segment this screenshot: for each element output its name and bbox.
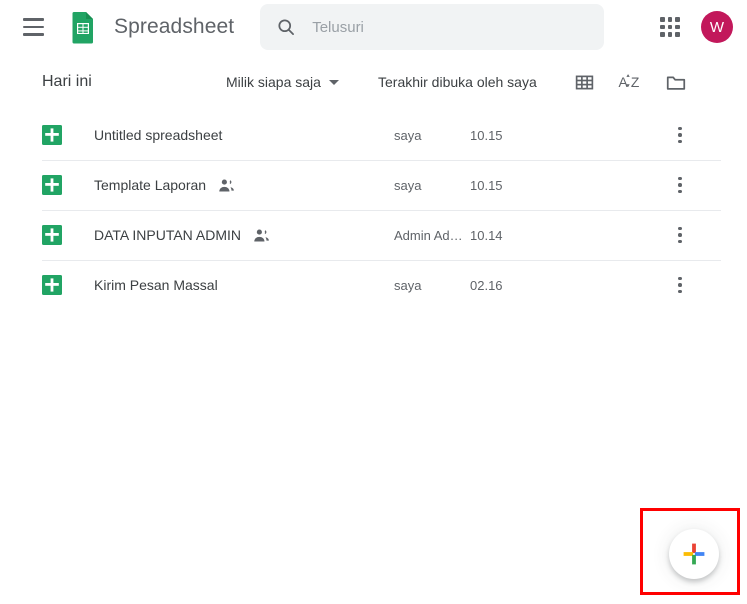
menu-dot [678, 289, 682, 294]
owner-filter-dropdown[interactable]: Milik siapa saja [226, 74, 339, 90]
table-row[interactable]: DATA INPUTAN ADMIN Admin Ad… 10.14 [0, 210, 747, 260]
hamburger-bar [22, 18, 44, 21]
file-name-cell: Kirim Pesan Massal [94, 277, 394, 293]
sort-order-label[interactable]: Terakhir dibuka oleh saya [378, 74, 537, 90]
file-name: Untitled spreadsheet [94, 127, 223, 143]
header-actions: W [651, 8, 733, 46]
menu-dot [678, 176, 682, 181]
file-time: 10.15 [470, 177, 503, 193]
svg-text:Z: Z [631, 74, 640, 90]
grid-dot [660, 32, 665, 37]
menu-dot [678, 133, 682, 137]
file-owner: Admin Ad… [394, 227, 463, 243]
search-bar[interactable] [260, 4, 605, 50]
sheets-file-icon [42, 175, 62, 195]
sheets-file-icon [42, 275, 62, 295]
sheets-file-icon [42, 225, 62, 245]
section-title: Hari ini [42, 73, 92, 90]
grid-dot [667, 32, 673, 37]
more-options-icon[interactable] [665, 220, 695, 250]
app-header: Spreadsheet W [0, 0, 747, 54]
brand[interactable]: Spreadsheet [66, 10, 234, 44]
menu-dot [678, 239, 682, 244]
file-name-cell: DATA INPUTAN ADMIN [94, 227, 394, 244]
list-toolbar: Hari ini Milik siapa saja Terakhir dibuk… [0, 54, 747, 110]
grid-dot [667, 24, 673, 30]
folder-icon[interactable] [663, 69, 689, 95]
menu-dot [678, 276, 682, 281]
menu-dot [678, 226, 682, 231]
hamburger-bar [22, 33, 44, 36]
file-owner: saya [394, 277, 422, 293]
sort-alphabetical-icon[interactable]: A Z [617, 69, 643, 95]
grid-dot [667, 17, 673, 22]
file-list: Untitled spreadsheet saya 10.15 Template… [0, 110, 747, 310]
shared-people-icon [219, 179, 234, 192]
sheets-file-icon [42, 125, 62, 145]
table-row[interactable]: Template Laporan saya 10.15 [0, 160, 747, 210]
create-new-button[interactable] [669, 529, 719, 579]
chevron-down-icon [328, 79, 339, 85]
file-name: Kirim Pesan Massal [94, 277, 218, 293]
grid-dot [675, 17, 680, 22]
search-icon [274, 15, 298, 39]
menu-dot [678, 139, 682, 144]
grid-view-icon[interactable] [571, 69, 597, 95]
file-time: 10.14 [470, 227, 503, 243]
hamburger-bar [22, 25, 44, 29]
google-sheets-logo [72, 12, 93, 44]
shared-people-icon [254, 229, 269, 242]
menu-dot [678, 189, 682, 194]
toolbar-icon-group: A Z [571, 69, 689, 95]
menu-dot [678, 233, 682, 237]
grid-dot [660, 24, 665, 30]
menu-dot [678, 183, 682, 187]
more-options-icon[interactable] [665, 120, 695, 150]
hamburger-menu-icon[interactable] [18, 12, 48, 42]
table-row[interactable]: Kirim Pesan Massal saya 02.16 [0, 260, 747, 310]
google-plus-create-icon [683, 543, 705, 565]
google-apps-grid-icon[interactable] [651, 8, 689, 46]
file-time: 10.15 [470, 127, 503, 143]
more-options-icon[interactable] [665, 270, 695, 300]
app-title: Spreadsheet [114, 15, 235, 38]
more-options-icon[interactable] [665, 170, 695, 200]
file-name: Template Laporan [94, 177, 207, 193]
grid-dot [675, 32, 680, 37]
grid-dot [675, 24, 680, 30]
file-name: DATA INPUTAN ADMIN [94, 227, 242, 243]
file-owner: saya [394, 177, 422, 193]
avatar[interactable]: W [701, 11, 733, 43]
file-time: 02.16 [470, 277, 503, 293]
grid-dot [660, 17, 665, 22]
menu-dot [678, 283, 682, 287]
file-owner: saya [394, 127, 422, 143]
file-name-cell: Untitled spreadsheet [94, 127, 394, 143]
file-name-cell: Template Laporan [94, 177, 394, 194]
table-row[interactable]: Untitled spreadsheet saya 10.15 [0, 110, 747, 160]
search-input[interactable] [312, 18, 591, 36]
owner-filter-label: Milik siapa saja [226, 74, 321, 90]
menu-dot [678, 126, 682, 131]
